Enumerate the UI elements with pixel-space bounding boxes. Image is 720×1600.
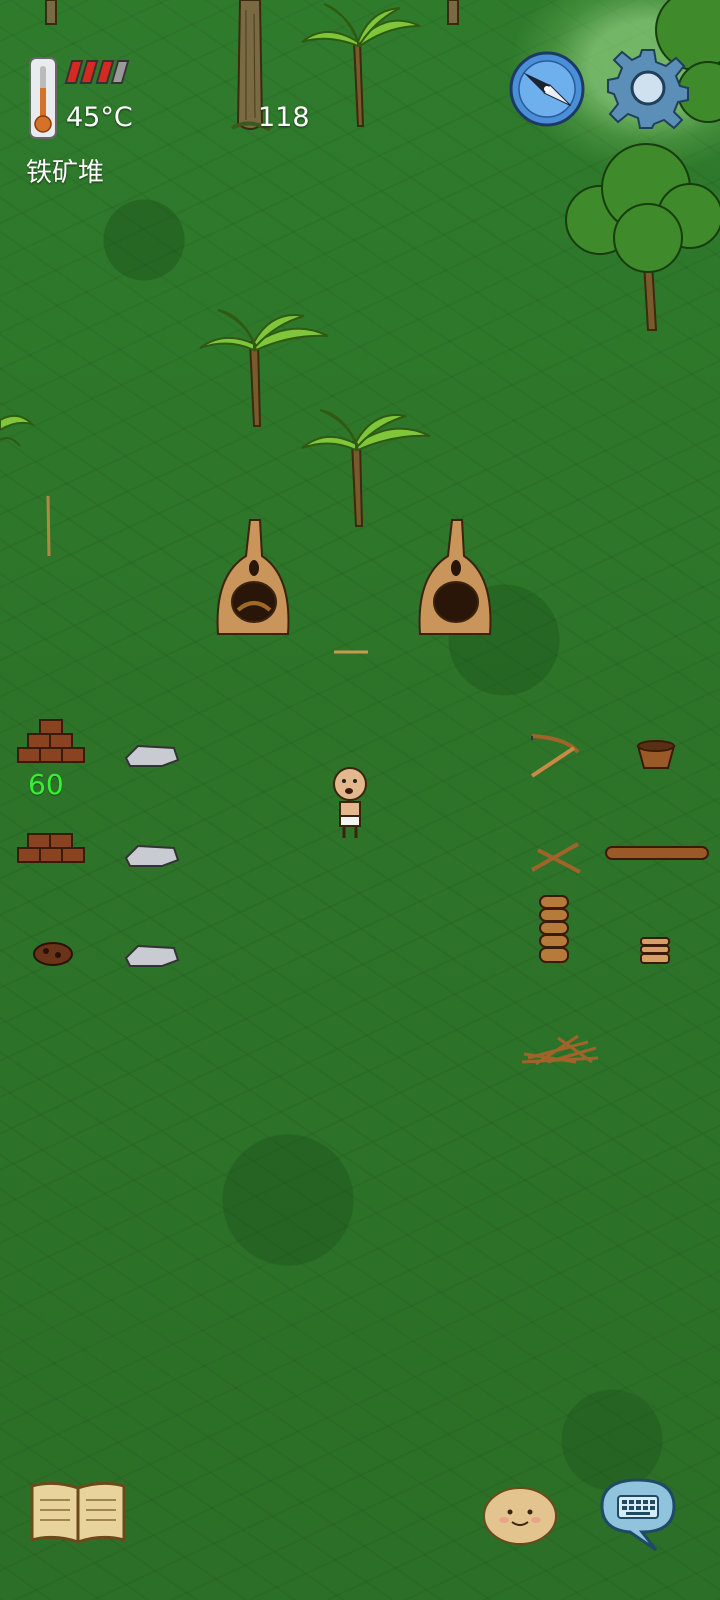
flint-stone[interactable]	[122, 940, 180, 970]
flint-stone[interactable]	[122, 840, 180, 870]
counter-value: 118	[258, 102, 310, 133]
tree-trunk[interactable]	[440, 0, 466, 26]
kindling-pile[interactable]	[518, 1028, 602, 1068]
palm-tree[interactable]	[296, 2, 426, 130]
face-icon[interactable]	[482, 1482, 558, 1546]
iron-ore-pile[interactable]	[30, 936, 76, 968]
location-name: 铁矿堆	[26, 158, 105, 188]
bow-drill[interactable]	[526, 730, 584, 782]
game-world[interactable]: 60	[0, 0, 720, 1600]
long-log[interactable]	[604, 842, 712, 864]
palm-tree-edge	[0, 414, 36, 447]
palm-tree[interactable]	[298, 404, 434, 530]
compass-icon[interactable]	[508, 50, 586, 128]
flint-stone[interactable]	[122, 740, 180, 770]
stick[interactable]	[332, 646, 372, 658]
stack-count-label: 60	[28, 768, 64, 801]
temperature-value: 45°C	[66, 102, 133, 133]
brick-stack[interactable]	[16, 828, 88, 868]
health-bar	[64, 60, 130, 84]
tree-trunk[interactable]	[40, 0, 64, 26]
crossed-sticks[interactable]	[528, 838, 584, 878]
keyboard-chat-icon[interactable]	[596, 1476, 680, 1554]
thermometer-icon	[29, 57, 57, 139]
gear-icon[interactable]	[606, 46, 690, 130]
broadleaf-tree[interactable]	[556, 142, 720, 334]
stick[interactable]	[40, 494, 56, 558]
player-character[interactable]	[326, 760, 374, 850]
clay-bowl-stack[interactable]	[536, 892, 572, 968]
brick-stack[interactable]	[16, 716, 88, 768]
clay-kiln[interactable]	[414, 516, 498, 640]
woven-basket[interactable]	[634, 738, 678, 772]
book-icon[interactable]	[28, 1478, 128, 1546]
clay-kiln[interactable]	[212, 516, 296, 640]
clay-plate-stack[interactable]	[638, 934, 672, 968]
